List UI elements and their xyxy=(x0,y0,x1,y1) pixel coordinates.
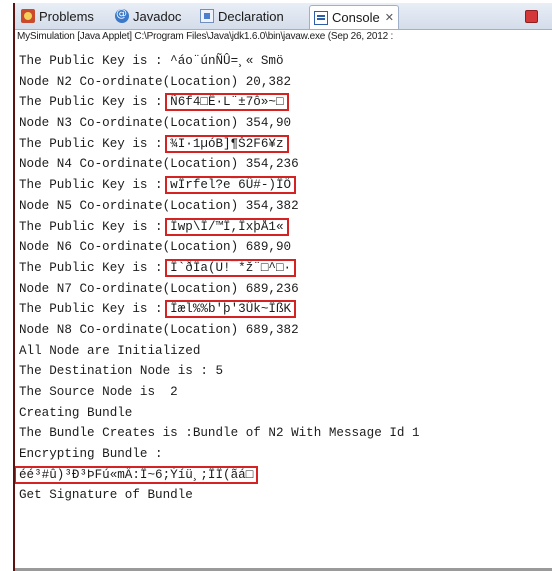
console-line: Node N2 Co-ordinate(Location) 20,382 xyxy=(19,72,552,93)
highlighted-key: wÎrfel?e¯6Û#-)ÎÖ xyxy=(165,176,297,195)
console-line: The Public Key is : Îæl%%b'þ'3Ük~ÎßK xyxy=(19,299,552,320)
tab-label: Problems xyxy=(39,8,94,24)
console-text: Node N7 Co-ordinate(Location) 689,236 xyxy=(19,281,299,296)
console-text: The Public Key is : xyxy=(19,260,171,275)
declaration-icon xyxy=(200,9,214,23)
console-line: Node N5 Co-ordinate(Location) 354,382 xyxy=(19,196,552,217)
console-text: The Public Key is : xyxy=(19,219,171,234)
console-text: Encrypting Bundle : xyxy=(19,447,163,462)
highlighted-key: Îæl%%b'þ'3Ük~ÎßK xyxy=(165,300,297,319)
close-icon[interactable]: ✕ xyxy=(385,11,394,24)
console-line: Node N8 Co-ordinate(Location) 689,382 xyxy=(19,320,552,341)
console-line: The Bundle Creates is :Bundle of N2 With… xyxy=(19,423,552,444)
console-line: The Public Key is : Ïwp\Î/™Î,ÎxþÅ1« xyxy=(19,217,552,238)
tab-label: Javadoc xyxy=(133,8,182,24)
console-text: Node N8 Co-ordinate(Location) 689,382 xyxy=(19,322,299,337)
console-text: The Public Key is : xyxy=(19,178,171,193)
console-text: The Public Key is : xyxy=(19,302,171,317)
console-text: The Public Key is : xyxy=(19,136,171,151)
console-text: Node N4 Co-ordinate(Location) 354,236 xyxy=(19,157,299,172)
console-line: The Destination Node is : 5 xyxy=(19,361,552,382)
console-text: The Public Key is : xyxy=(19,54,171,68)
console-line: The Public Key is : Î`ðÎa(U!¯*ž¨□^□· xyxy=(19,258,552,279)
console-line: The Public Key is : ¾I·1µóB]¶Š2F6¥z xyxy=(19,134,552,155)
tab-label: Declaration xyxy=(218,8,284,24)
console-line: éé³#û)³Ð³ÞFú«mÄ:Î~6;Ýíü¸;ÎÏ(ãá□ xyxy=(15,465,552,486)
console-text: All Node are Initialized xyxy=(19,343,201,358)
tab-problems[interactable]: Problems xyxy=(21,6,94,26)
console-line: The Public Key is : Ñ6f4□Ê·L¨±7ô»~□ xyxy=(19,92,552,113)
tab-declaration[interactable]: Declaration xyxy=(200,6,284,26)
tab-javadoc[interactable]: Javadoc xyxy=(115,6,181,26)
javadoc-icon xyxy=(115,7,129,23)
console-line: The Public Key is : ^áo¨únÑÛ=¸« Smö xyxy=(19,51,552,72)
view-tab-bar: Problems Javadoc Declaration Console ✕ xyxy=(15,3,552,30)
console-text: The Destination Node is : 5 xyxy=(19,364,224,379)
console-line: Creating Bundle xyxy=(19,403,552,424)
console-line: Get Signature of Bundle xyxy=(19,485,552,506)
console-text: Node N5 Co-ordinate(Location) 354,382 xyxy=(19,198,299,213)
console-line: Node N4 Co-ordinate(Location) 354,236 xyxy=(19,154,552,175)
highlighted-key: Ïwp\Î/™Î,ÎxþÅ1« xyxy=(165,217,289,236)
console-line: The Source Node is 2 xyxy=(19,382,552,403)
console-text: The Source Node is 2 xyxy=(19,385,178,399)
console-line: The Public Key is : wÎrfel?e¯6Û#-)ÎÖ xyxy=(19,175,552,196)
key-value: ^áo¨únÑÛ=¸« Smö xyxy=(170,54,284,68)
console-output[interactable]: The Public Key is : ^áo¨únÑÛ=¸« Smö Node … xyxy=(15,51,552,506)
highlighted-key: Î`ðÎa(U!¯*ž¨□^□· xyxy=(165,258,297,277)
console-text: Node N3 Co-ordinate(Location) 354,90 xyxy=(19,116,292,131)
highlighted-key: éé³#û)³Ð³ÞFú«mÄ:Î~6;Ýíü¸;ÎÏ(ãá□ xyxy=(15,465,259,484)
problems-icon xyxy=(21,9,35,23)
console-text: Node N2 Co-ordinate(Location) 20,382 xyxy=(19,74,292,89)
console-text: Creating Bundle xyxy=(19,405,133,420)
console-text: The Public Key is : xyxy=(19,95,171,110)
tab-label: Console xyxy=(332,10,380,25)
console-icon xyxy=(314,10,328,25)
console-text: Node N6 Co-ordinate(Location) 689,90 xyxy=(19,240,292,255)
console-line: Node N7 Co-ordinate(Location) 689,236 xyxy=(19,279,552,300)
console-text: The Bundle Creates is :Bundle of N2 With… xyxy=(19,426,420,441)
console-line: Node N3 Co-ordinate(Location) 354,90 xyxy=(19,113,552,134)
console-line: Encrypting Bundle : xyxy=(19,444,552,465)
terminate-button[interactable] xyxy=(525,10,538,23)
console-text: Get Signature of Bundle xyxy=(19,488,193,503)
console-line: All Node are Initialized xyxy=(19,341,552,362)
highlighted-key: ¾I·1µóB]¶Š2F6¥z xyxy=(165,134,289,153)
launch-description: MySimulation [Java Applet] C:\Program Fi… xyxy=(17,31,394,42)
console-line: Node N6 Co-ordinate(Location) 689,90 xyxy=(19,237,552,258)
console-view: Problems Javadoc Declaration Console ✕ M… xyxy=(13,3,552,571)
highlighted-key: Ñ6f4□Ê·L¨±7ô»~□ xyxy=(165,93,289,112)
tab-console[interactable]: Console ✕ xyxy=(309,5,399,29)
